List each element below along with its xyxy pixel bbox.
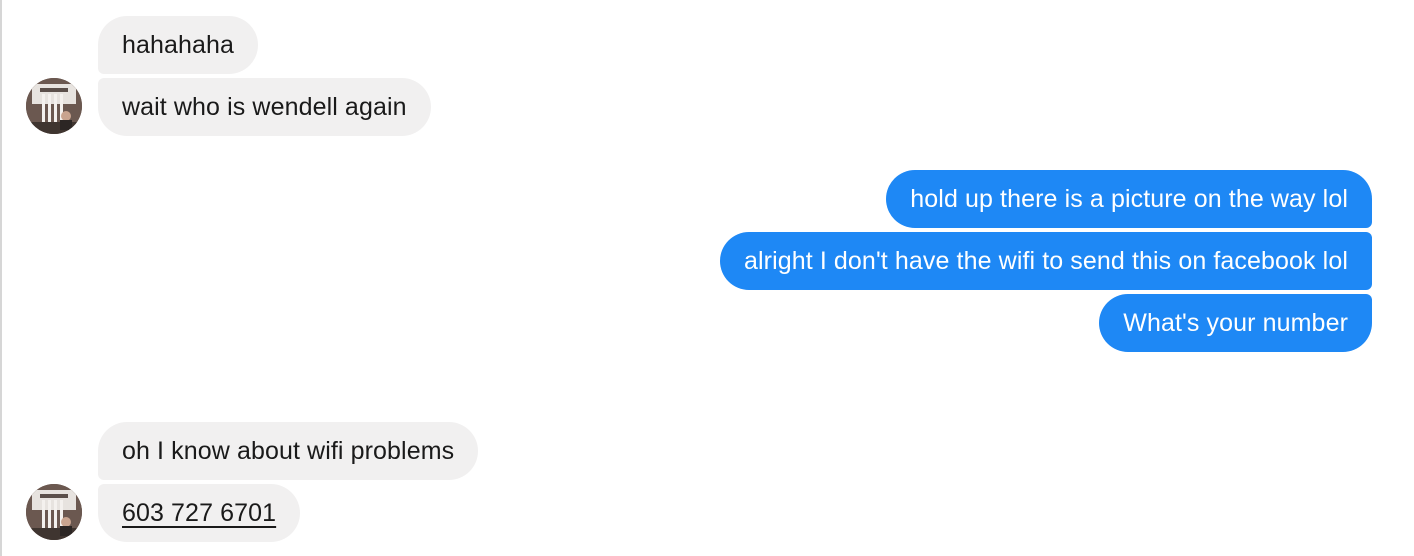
outgoing-message[interactable]: alright I don't have the wifi to send th… (720, 232, 1372, 290)
outgoing-message[interactable]: hold up there is a picture on the way lo… (886, 170, 1372, 228)
incoming-message[interactable]: hahahaha (98, 16, 259, 74)
phone-number-link[interactable]: 603 727 6701 (122, 499, 276, 527)
incoming-message[interactable]: oh I know about wifi problems (98, 422, 479, 480)
contact-avatar[interactable] (26, 78, 82, 134)
incoming-message[interactable]: wait who is wendell again (98, 78, 431, 136)
thread-left-border (0, 0, 2, 556)
incoming-message: 603 727 6701 (98, 484, 301, 542)
contact-photo-avatar-icon (26, 484, 82, 540)
contact-avatar[interactable] (26, 484, 82, 540)
outgoing-message[interactable]: What's your number (1099, 294, 1372, 352)
contact-photo-avatar-icon (26, 78, 82, 134)
